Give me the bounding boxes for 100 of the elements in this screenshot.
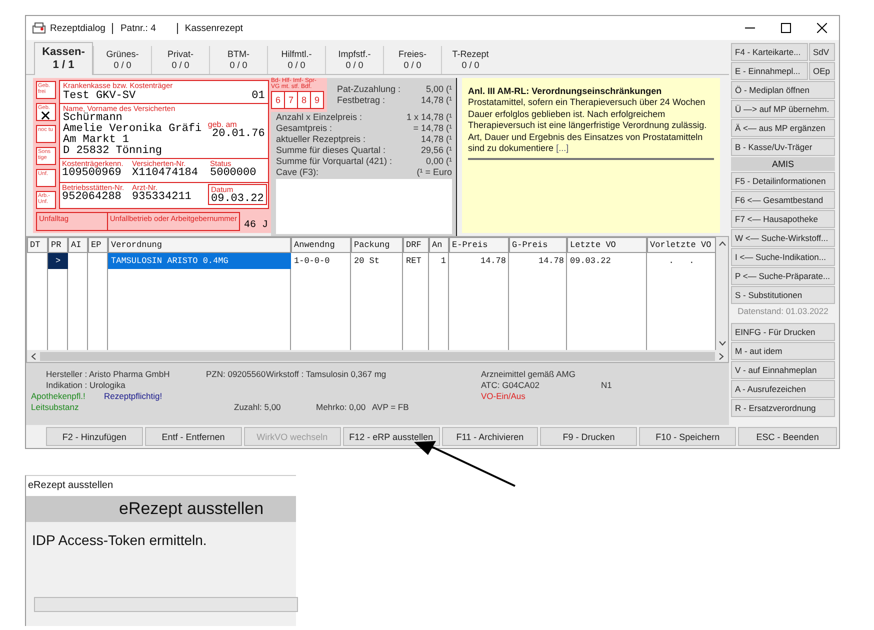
window-title: Rezeptdialog	[50, 22, 106, 34]
side-button[interactable]: EINFG - Für Drucken	[731, 323, 835, 341]
section-header: AMIS	[731, 157, 835, 171]
action-button[interactable]: ESC - Beenden	[738, 427, 837, 446]
field-value: 5000000	[210, 168, 258, 179]
horizontal-scrollbar[interactable]	[27, 350, 728, 362]
cost-value: 1 x 14,78 (¹	[406, 112, 452, 123]
note-text: Prostatamittel, sofern ein Therapieversuch über 24 Wochen Dauer erfolglos geblieben ist. Nach erfolgreichem Therapieversuch ist eine längerfristige Verordnung zulässig. Art, Dauer und Ergebnis des Einsatzes von Prostatamitteln sind zu dokumentiere [...]	[468, 97, 708, 154]
table-cell-text: 1	[440, 255, 447, 268]
scroll-left-icon[interactable]	[31, 352, 36, 360]
column-header[interactable]: Anwendng	[291, 237, 351, 253]
action-button[interactable]: Entf - Entfernen	[144, 427, 242, 446]
action-button[interactable]: F9 - Drucken	[540, 427, 638, 446]
cost-label: aktueller Rezeptpreis :	[276, 134, 366, 145]
window-title: eRezept ausstellen	[26, 476, 296, 496]
status-message: IDP Access-Token ermitteln.	[31, 531, 208, 550]
number-box[interactable]: 9	[310, 91, 324, 109]
maximize-icon[interactable]	[781, 23, 791, 33]
cost-value: (¹ = Euro	[416, 167, 452, 178]
tab[interactable]: Grünes- 0 / 0	[93, 46, 151, 74]
cave-field[interactable]	[276, 179, 452, 234]
column-header[interactable]: Verordnung	[108, 237, 291, 253]
number-box[interactable]: 6	[271, 91, 285, 109]
side-button[interactable]: F7 <— Hausapotheke	[731, 210, 835, 228]
action-button[interactable]: F12 - eRP ausstellen	[342, 427, 440, 446]
column-header[interactable]: PR	[48, 237, 68, 253]
side-button[interactable]: Ä <— aus MP ergänzen	[731, 119, 835, 137]
info-text: AVP = FB	[372, 402, 410, 413]
side-button[interactable]: Ü —> auf MP übernehm.	[731, 100, 835, 118]
side-button[interactable]: Ö - Mediplan öffnen	[731, 81, 835, 99]
number-box[interactable]: 7	[284, 91, 298, 109]
info-text: Leitsubstanz	[31, 402, 80, 413]
side-button[interactable]: B - Kasse/Uv-Träger	[731, 138, 835, 156]
cost-label: Pat-Zuzahlung :	[337, 84, 401, 95]
info-text: ATC: G04CA02	[481, 380, 540, 391]
field-value: 09.03.22	[211, 194, 264, 205]
info-text: Mehrko: 0,00	[316, 402, 367, 413]
column-header[interactable]: DT	[27, 237, 48, 253]
side-button[interactable]: V - auf Einnahmeplan	[731, 361, 835, 379]
cost-value: 14,78 (¹	[420, 95, 452, 106]
action-button[interactable]: F2 - Hinzufügen	[46, 427, 143, 446]
table-cell-text: . .	[668, 255, 696, 268]
column-header[interactable]: EP	[88, 237, 108, 253]
cost-label: Summe für Vorquartal (421) :	[276, 156, 392, 167]
field-value: 01	[252, 91, 265, 102]
column-header[interactable]: Packung	[351, 237, 403, 253]
field-value: Am Markt 1	[63, 135, 130, 146]
age-text: 46 J	[244, 220, 268, 231]
cost-value: 14,78 (¹	[420, 134, 452, 145]
field-value: Schürmann	[63, 113, 122, 124]
action-button[interactable]: F10 - Speichern	[639, 427, 736, 446]
data-date-text: Datenstand: 01.03.2022	[738, 306, 828, 316]
column-header[interactable]: DRF	[403, 237, 429, 253]
side-button[interactable]: E - Einnahmepl...	[731, 62, 808, 80]
column-header[interactable]: G-Preis	[509, 237, 567, 253]
column-header[interactable]: Letzte VO	[567, 237, 647, 253]
table-cell-text: 14.78	[537, 255, 565, 268]
tab[interactable]: Hilfmtl.- 0 / 0	[267, 46, 325, 74]
action-button[interactable]: F11 - Archivieren	[442, 427, 538, 446]
side-button[interactable]: S - Substitutionen	[731, 286, 835, 304]
side-button[interactable]: I <— Suche-Indikation...	[731, 248, 835, 266]
tab[interactable]: Kassen- 1 / 1	[34, 42, 93, 75]
column-header[interactable]: An	[429, 237, 449, 253]
info-text: Indikation : Urologika	[46, 380, 126, 391]
table-cell-text: 1-0-0-0	[293, 255, 331, 268]
field-value: D 25832 Tönning	[63, 146, 164, 157]
side-button[interactable]: OEp	[809, 62, 835, 80]
tab[interactable]: Freies- 0 / 0	[383, 46, 441, 74]
table-cell: TAMSULOSIN ARISTO 0.4MG	[108, 253, 291, 269]
table-cell-text: 20 St	[353, 255, 381, 268]
column-header[interactable]: E-Preis	[449, 237, 509, 253]
vertical-scrollbar[interactable]	[716, 237, 728, 350]
table-cell: >	[48, 253, 68, 269]
side-button[interactable]: M - aut idem	[731, 342, 835, 360]
side-button[interactable]: W <— Suche-Wirkstoff...	[731, 229, 835, 247]
side-button[interactable]: SdV	[809, 43, 835, 61]
cost-value: = 14,78 (¹	[413, 123, 452, 134]
scroll-right-icon[interactable]	[719, 352, 724, 360]
tab[interactable]: Privat- 0 / 0	[151, 46, 209, 74]
table-cell-text: RET	[405, 255, 422, 268]
tab[interactable]: T-Rezept 0 / 0	[441, 46, 499, 74]
note-title: Anl. III AM-RL: Verordnungseinschränkungen	[468, 86, 663, 98]
cost-label: Summe für dieses Quartal :	[276, 145, 386, 156]
field-value: 935334211	[132, 192, 192, 203]
scroll-down-icon[interactable]	[718, 341, 726, 346]
column-header[interactable]: AI	[68, 237, 88, 253]
info-text: Arzneimittel gemäß AMG	[481, 369, 576, 380]
more-link[interactable]: [...]	[556, 143, 569, 154]
side-button[interactable]: R - Ersatzverordnung	[731, 399, 835, 417]
column-header[interactable]: Vorletzte VO	[647, 237, 716, 253]
side-button[interactable]: F4 - Karteikarte...	[731, 43, 808, 61]
side-button[interactable]: A - Ausrufezeichen	[731, 380, 835, 398]
side-button[interactable]: F5 - Detailinformationen	[731, 172, 835, 190]
tab[interactable]: BTM- 0 / 0	[209, 46, 267, 74]
scroll-up-icon[interactable]	[718, 241, 726, 246]
number-box[interactable]: 8	[297, 91, 311, 109]
close-icon[interactable]	[817, 23, 827, 33]
side-button[interactable]: F6 <— Gesamtbestand	[731, 191, 835, 209]
side-button[interactable]: P <— Suche-Präparate...	[731, 267, 835, 285]
tab[interactable]: Impfstf.- 0 / 0	[325, 46, 383, 74]
